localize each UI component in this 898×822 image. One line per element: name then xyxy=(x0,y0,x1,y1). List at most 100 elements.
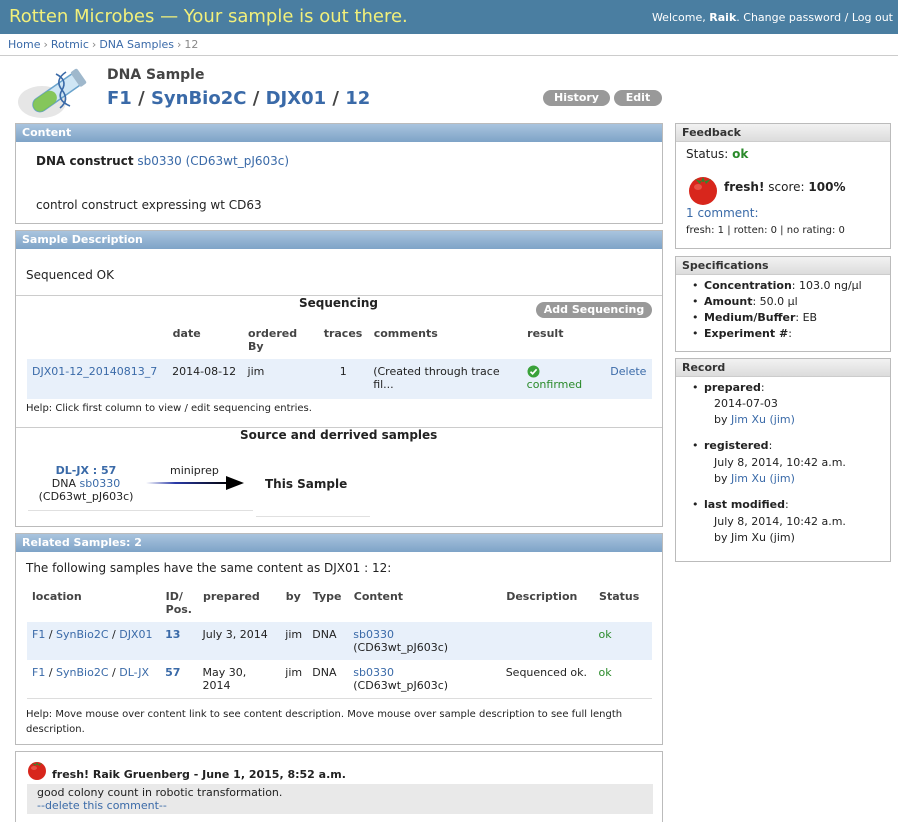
related-samples-header: Related Samples: 2 xyxy=(16,534,662,552)
divider xyxy=(256,516,370,517)
edit-button[interactable]: Edit xyxy=(614,90,662,106)
bullet: • xyxy=(692,439,699,452)
sample-id-link[interactable]: 57 xyxy=(160,660,197,699)
divider xyxy=(28,510,253,511)
rack-link[interactable]: DL-JX xyxy=(119,666,149,679)
content-link[interactable]: sb0330 xyxy=(353,666,394,679)
list-item: Medium/Buffer: EB xyxy=(676,310,890,326)
colon: : xyxy=(784,498,789,511)
parent-kind: DNA xyxy=(51,477,76,490)
table-row[interactable]: F1 / SynBio2C / DL-JX 57 May 30, 2014 ji… xyxy=(27,660,652,699)
record-modified: • last modified: July 8, 2014, 10:42 a.m… xyxy=(676,497,890,546)
record-prepared: • prepared: 2014-07-03 by Jim Xu (jim) xyxy=(676,380,890,428)
sequencing-entry-link[interactable]: DJX01-12_20140813_7 xyxy=(27,359,167,399)
modified-date: July 8, 2014, 10:42 a.m. xyxy=(714,515,846,528)
prepared-by-line: by Jim Xu (jim) xyxy=(704,412,890,428)
title-position-link[interactable]: 12 xyxy=(345,88,370,109)
location-link[interactable]: F1 xyxy=(32,628,45,641)
parent-sample-link[interactable]: DL-JX : 57 xyxy=(36,464,136,477)
score-value: 100% xyxy=(808,180,846,194)
rack-link[interactable]: DJX01 xyxy=(119,628,152,641)
colon: : xyxy=(760,381,765,394)
registered-by-link[interactable]: Jim Xu (jim) xyxy=(731,472,795,485)
col-status: Status xyxy=(593,586,652,622)
score-label: score: xyxy=(768,180,805,194)
row-status: ok xyxy=(598,628,612,641)
col-comments: comments xyxy=(368,323,523,359)
record-header: Record xyxy=(676,359,890,377)
col-result: result xyxy=(521,323,606,359)
site-title[interactable]: Rotten Microbes — Your sample is out the… xyxy=(9,6,408,27)
spec-label: Concentration xyxy=(704,279,792,292)
sequencing-traces: 1 xyxy=(339,365,347,378)
row-content: sb0330 (CD63wt_pJ603c) xyxy=(348,622,500,660)
comments-link[interactable]: 1 comment: xyxy=(686,206,759,220)
title-rack-link[interactable]: DJX01 xyxy=(266,88,327,109)
breadcrumb-rotmic[interactable]: Rotmic xyxy=(51,38,89,51)
feedback-header: Feedback xyxy=(676,124,890,142)
content-panel-header: Content xyxy=(16,124,662,142)
parent-content-link[interactable]: sb0330 xyxy=(80,477,121,490)
tomato-icon xyxy=(689,177,717,205)
row-status: ok xyxy=(598,666,612,679)
spec-label: Experiment # xyxy=(704,327,789,340)
delete-sequencing-link[interactable]: Delete xyxy=(605,359,651,399)
row-prepared: May 30, 2014 xyxy=(202,666,247,692)
content-desc: (CD63wt_pJ603c) xyxy=(353,641,449,654)
construct-link[interactable]: sb0330 (CD63wt_pJ603c) xyxy=(137,154,289,168)
specifications-panel: Specifications Concentration: 103.0 ng/µ… xyxy=(675,256,891,352)
top-bar: Rotten Microbes — Your sample is out the… xyxy=(0,0,898,34)
list-item: Experiment #: xyxy=(676,326,890,342)
history-button[interactable]: History xyxy=(543,90,610,106)
by-prefix: by xyxy=(714,413,728,426)
location-link[interactable]: F1 xyxy=(32,666,45,679)
sample-description-header: Sample Description xyxy=(16,231,662,249)
sequencing-comments: (Created through trace fil... xyxy=(373,365,500,391)
container-link[interactable]: SynBio2C xyxy=(56,628,108,641)
col-location: location xyxy=(27,586,161,622)
construct-label: DNA construct xyxy=(36,154,134,168)
row-type: DNA xyxy=(312,628,337,641)
add-sequencing-button[interactable]: Add Sequencing xyxy=(536,302,652,318)
registered-date: July 8, 2014, 10:42 a.m. xyxy=(714,456,846,469)
related-samples-panel: Related Samples: 2 The following samples… xyxy=(15,533,663,745)
col-content: Content xyxy=(348,586,502,622)
derivation-arrow-icon xyxy=(146,476,244,490)
row-prepared: July 3, 2014 xyxy=(202,628,268,641)
container-link[interactable]: SynBio2C xyxy=(56,666,108,679)
menu-separator: / xyxy=(844,11,849,24)
title-container-link[interactable]: SynBio2C xyxy=(151,88,247,109)
specifications-header: Specifications xyxy=(676,257,890,275)
breadcrumb-current: 12 xyxy=(184,38,199,51)
change-password-link[interactable]: Change password xyxy=(743,11,841,24)
col-id-pos: ID/ Pos. xyxy=(160,586,198,622)
page-title: F1 / SynBio2C / DJX01 / 12 xyxy=(107,88,371,109)
comment-body: good colony count in robotic transformat… xyxy=(37,786,283,799)
row-by: jim xyxy=(285,628,303,641)
breadcrumb: Home › Rotmic › DNA Samples › 12 xyxy=(0,34,898,56)
sequencing-ordered-by: jim xyxy=(247,365,265,378)
spec-value: 50.0 µl xyxy=(759,295,798,308)
col-traces: traces xyxy=(318,323,369,359)
content-link[interactable]: sb0330 xyxy=(353,628,394,641)
prepared-by-link[interactable]: Jim Xu (jim) xyxy=(731,413,795,426)
title-location-link[interactable]: F1 xyxy=(107,88,132,109)
breadcrumb-home[interactable]: Home xyxy=(8,38,40,51)
sequencing-help: Help: Click first column to view / edit … xyxy=(26,403,312,414)
row-description[interactable]: Sequenced ok. xyxy=(501,660,594,699)
record-panel: Record • prepared: 2014-07-03 by Jim Xu … xyxy=(675,358,891,562)
sequencing-date: 2014-08-12 xyxy=(172,365,237,378)
sample-id-link[interactable]: 13 xyxy=(160,622,197,660)
delete-comment-link[interactable]: --delete this comment-- xyxy=(37,799,643,812)
breadcrumb-dna-samples[interactable]: DNA Samples xyxy=(99,38,174,51)
parent-content-desc: (CD63wt_pJ603c) xyxy=(38,490,134,503)
colon: : xyxy=(768,439,773,452)
col-name xyxy=(27,323,168,359)
table-row[interactable]: DJX01-12_20140813_7 2014-08-12 jim 1 (Cr… xyxy=(27,359,652,399)
logout-link[interactable]: Log out xyxy=(852,11,893,24)
status-label: Status: xyxy=(686,147,729,161)
user-menu: Welcome, Raik. Change password / Log out xyxy=(651,11,893,24)
prepared-label: prepared xyxy=(704,381,761,394)
table-row[interactable]: F1 / SynBio2C / DJX01 13 July 3, 2014 ji… xyxy=(27,622,652,660)
row-description xyxy=(501,622,594,660)
